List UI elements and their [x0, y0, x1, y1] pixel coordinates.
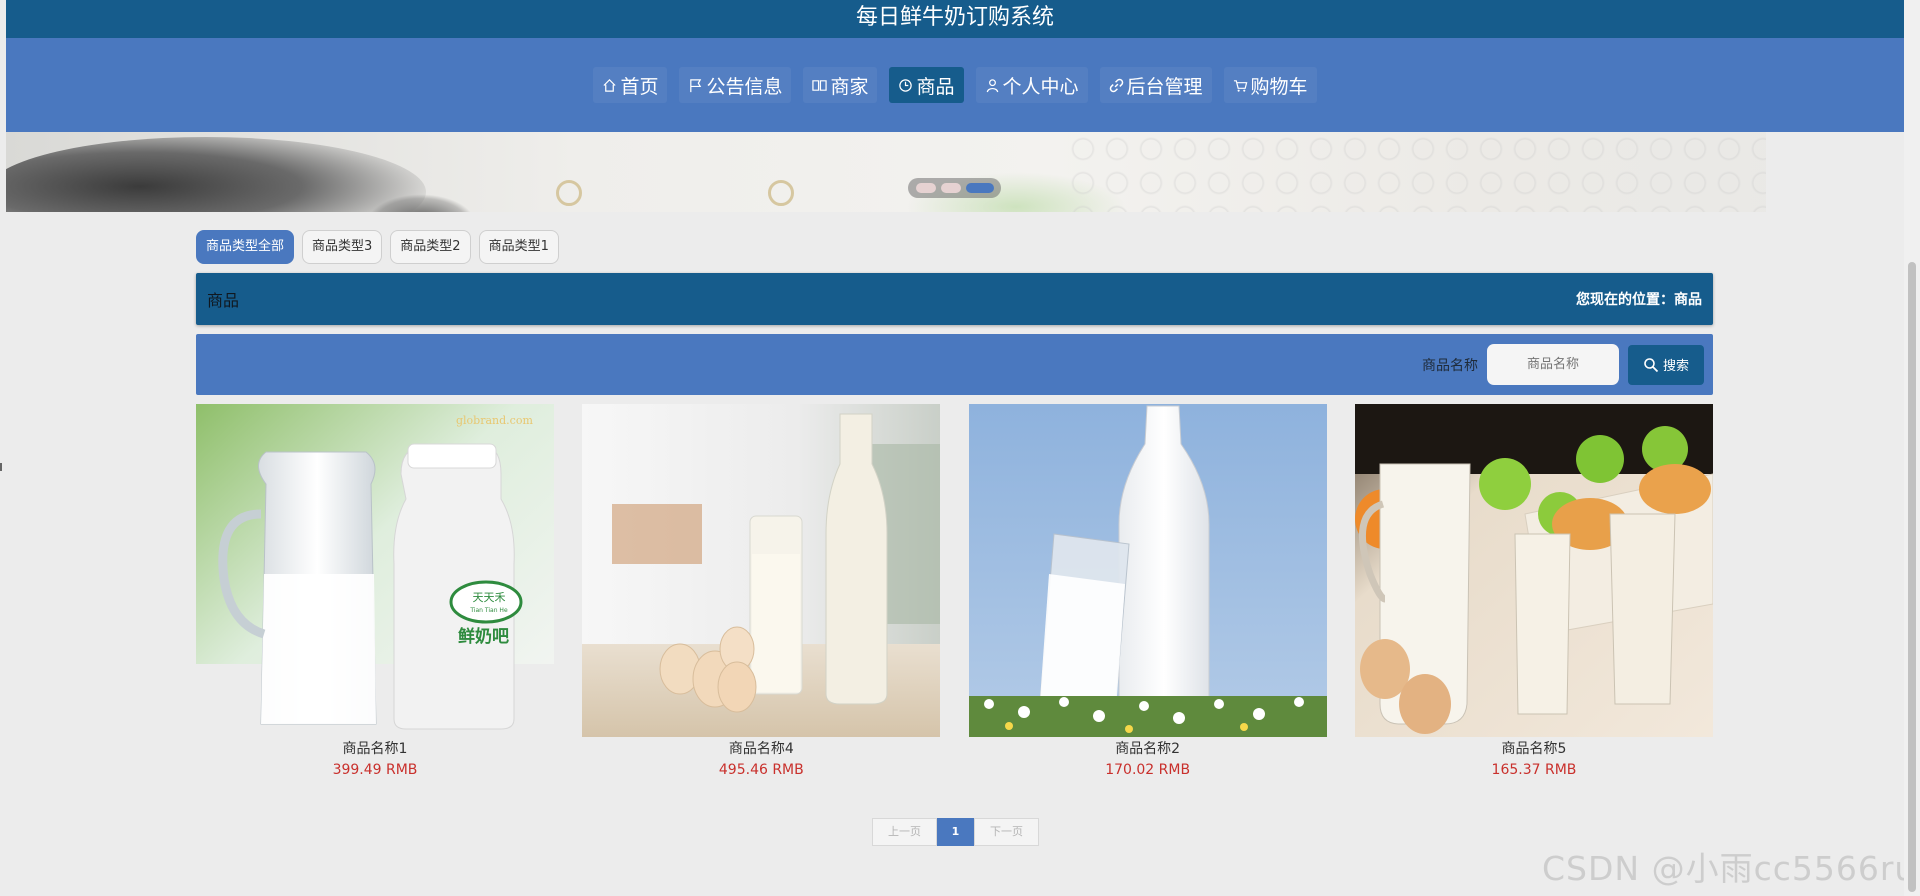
nav-merchants-label: 商家: [830, 75, 869, 98]
user-icon: [986, 78, 998, 92]
product-grid: 天天禾 Tian Tian He 鲜奶吧 globrand.com 商品名称1 …: [196, 404, 1713, 781]
product-price: 495.46 RMB: [718, 762, 804, 778]
category-filter: 商品类型全部 商品类型3 商品类型2 商品类型1: [196, 230, 559, 264]
nav-profile[interactable]: 个人中心: [975, 67, 1088, 103]
nav-cart-label: 购物车: [1250, 75, 1308, 98]
prev-page-button[interactable]: 上一页: [872, 818, 937, 846]
site-header: 每日鲜牛奶订购系统: [6, 0, 1904, 38]
banner-edge: [1766, 132, 1904, 212]
carousel-indicators: [908, 178, 1001, 198]
nav-announcements-label: 公告信息: [706, 75, 783, 98]
carousel-dot-3[interactable]: [965, 183, 994, 193]
scrollbar-thumb[interactable]: [1908, 262, 1916, 892]
search-button-label: 搜索: [1662, 359, 1689, 374]
carousel-dot-1[interactable]: [915, 183, 936, 193]
next-page-button[interactable]: 下一页: [974, 818, 1039, 846]
nav-admin[interactable]: 后台管理: [1099, 67, 1212, 103]
search-label: 商品名称: [1422, 357, 1478, 374]
product-card[interactable]: 商品名称4 495.46 RMB: [582, 404, 941, 781]
product-price: 170.02 RMB: [1105, 762, 1191, 778]
pagination: 上一页 1 下一页: [872, 818, 1039, 846]
category-3-button[interactable]: 商品类型3: [302, 230, 383, 264]
product-price: 399.49 RMB: [332, 762, 418, 778]
product-image[interactable]: [968, 404, 1327, 737]
image-watermark: globrand.com: [456, 414, 533, 427]
banner-cloud-pattern: [1066, 132, 1766, 212]
product-image[interactable]: 天天禾 Tian Tian He 鲜奶吧 globrand.com: [196, 404, 554, 737]
category-2-button[interactable]: 商品类型2: [390, 230, 471, 264]
product-price: 165.37 RMB: [1491, 762, 1577, 778]
carousel-dot-2[interactable]: [940, 183, 961, 193]
nav-home-label: 首页: [620, 75, 659, 98]
main-nav: 首页 公告信息 商家 商品 个人中心 后台管理 购物车: [6, 38, 1904, 132]
nav-home[interactable]: 首页: [593, 67, 668, 103]
csdn-watermark: CSDN @小雨cc5566ru: [1542, 849, 1917, 888]
product-image[interactable]: [1354, 404, 1713, 737]
site-title: 每日鲜牛奶订购系统: [855, 5, 1054, 30]
section-title-bar: 商品 您现在的位置：商品: [196, 273, 1713, 325]
product-name[interactable]: 商品名称2: [969, 739, 1327, 759]
book-icon: [812, 79, 828, 91]
nav-products-label: 商品: [916, 75, 955, 98]
search-icon: [1644, 357, 1659, 372]
nav-profile-label: 个人中心: [1002, 75, 1079, 98]
current-page-button[interactable]: 1: [937, 818, 974, 846]
home-icon: [603, 78, 616, 92]
nav-admin-label: 后台管理: [1126, 75, 1203, 98]
product-card[interactable]: 天天禾 Tian Tian He 鲜奶吧 globrand.com 商品名称1 …: [196, 404, 554, 781]
bottle-brand: 天天禾: [473, 591, 506, 604]
product-name[interactable]: 商品名称5: [1355, 739, 1713, 759]
banner-carousel[interactable]: [6, 132, 1904, 212]
bottle-text: 鲜奶吧: [458, 626, 509, 647]
nav-announcements[interactable]: 公告信息: [679, 67, 792, 103]
clock-icon: [899, 78, 913, 92]
bottle-brand-en: Tian Tian He: [469, 607, 508, 614]
nav-products[interactable]: 商品: [889, 67, 964, 103]
product-card[interactable]: 商品名称5 165.37 RMB: [1354, 404, 1713, 781]
search-button[interactable]: 搜索: [1628, 344, 1704, 385]
product-name[interactable]: 商品名称1: [196, 739, 554, 759]
search-bar: 商品名称 搜索: [196, 334, 1713, 395]
product-image[interactable]: [582, 404, 941, 737]
flag-icon: [690, 78, 702, 92]
page-scrollbar[interactable]: [1904, 0, 1920, 896]
search-input[interactable]: [1487, 344, 1619, 385]
left-edge-marker: [0, 463, 2, 471]
category-all-button[interactable]: 商品类型全部: [196, 230, 295, 264]
section-title: 商品: [207, 291, 240, 310]
category-1-button[interactable]: 商品类型1: [478, 230, 559, 264]
product-card[interactable]: 商品名称2 170.02 RMB: [968, 404, 1327, 781]
link-icon: [1109, 78, 1123, 92]
banner-swirl-icon: [556, 180, 582, 206]
banner-swirl-icon: [768, 180, 794, 206]
banner-ink-wash: [6, 137, 426, 212]
cart-icon: [1233, 79, 1247, 92]
nav-merchants[interactable]: 商家: [803, 67, 878, 103]
nav-cart[interactable]: 购物车: [1223, 67, 1317, 103]
product-name[interactable]: 商品名称4: [582, 739, 940, 759]
breadcrumb: 您现在的位置：商品: [1576, 292, 1702, 308]
